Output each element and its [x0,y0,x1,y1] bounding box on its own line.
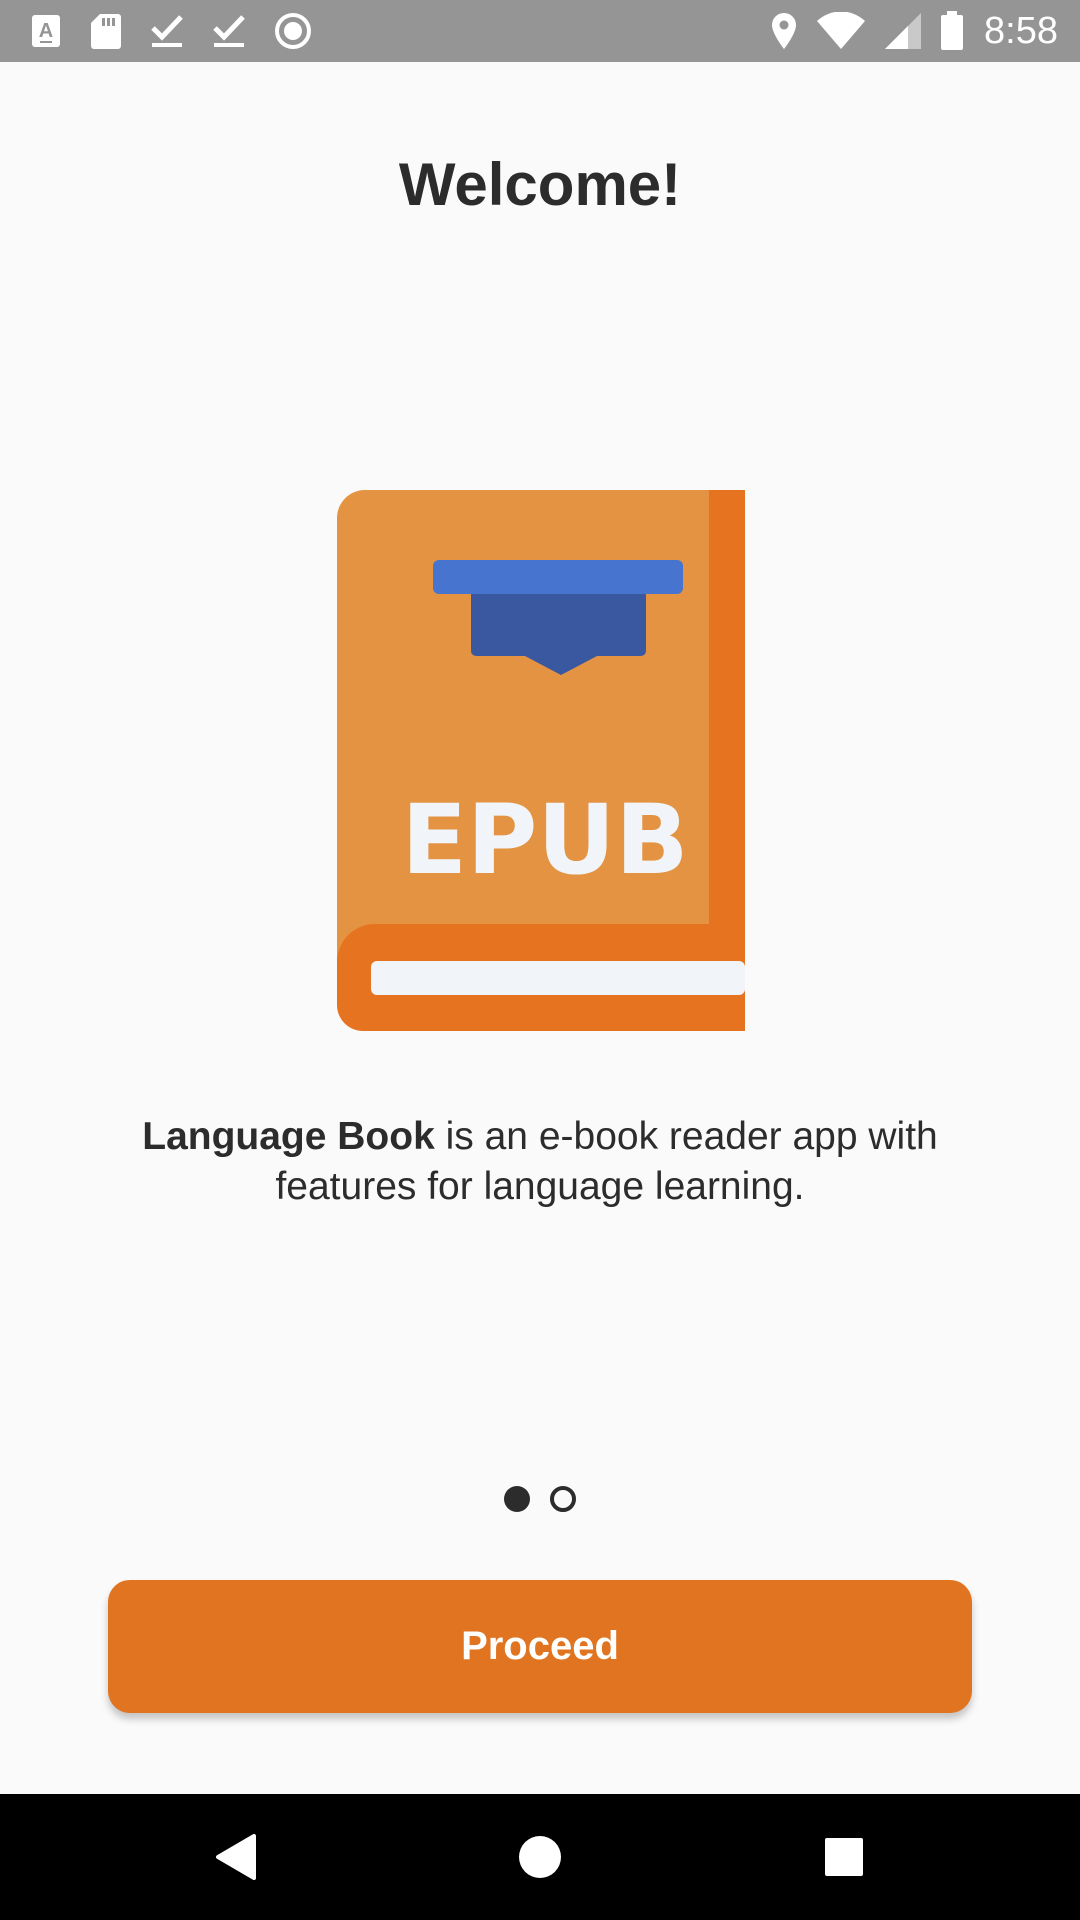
home-icon [519,1836,561,1878]
home-button[interactable] [470,1794,610,1920]
battery-icon [940,11,964,51]
epub-label: EPUB [401,784,688,896]
epub-book-icon: EPUB [335,488,745,1033]
check-icon [150,13,184,49]
sd-card-icon [90,12,122,50]
record-icon [274,12,312,50]
page-title: Welcome! [398,151,682,218]
wifi-icon [816,12,866,50]
navigation-bar [0,1794,1080,1920]
status-bar: A 8:58 [0,0,1080,62]
status-bar-notifications: A [30,12,340,50]
back-icon [216,1834,256,1880]
back-button[interactable] [166,1794,306,1920]
page-dot-inactive[interactable] [550,1486,576,1512]
recents-icon [825,1838,863,1876]
recents-button[interactable] [774,1794,914,1920]
app-description: Language Book is an e-book reader app wi… [100,1112,980,1212]
status-bar-system: 8:58 [752,10,1058,53]
app-name: Language Book [142,1115,435,1158]
cellular-signal-icon [884,12,922,50]
page-indicator [0,1486,1080,1512]
svg-text:A: A [39,20,53,42]
page-dot-active[interactable] [504,1486,530,1512]
status-time: 8:58 [984,9,1058,52]
check-icon [212,13,246,49]
font-download-icon: A [30,13,62,49]
location-icon [770,12,798,50]
proceed-button[interactable]: Proceed [108,1580,972,1713]
